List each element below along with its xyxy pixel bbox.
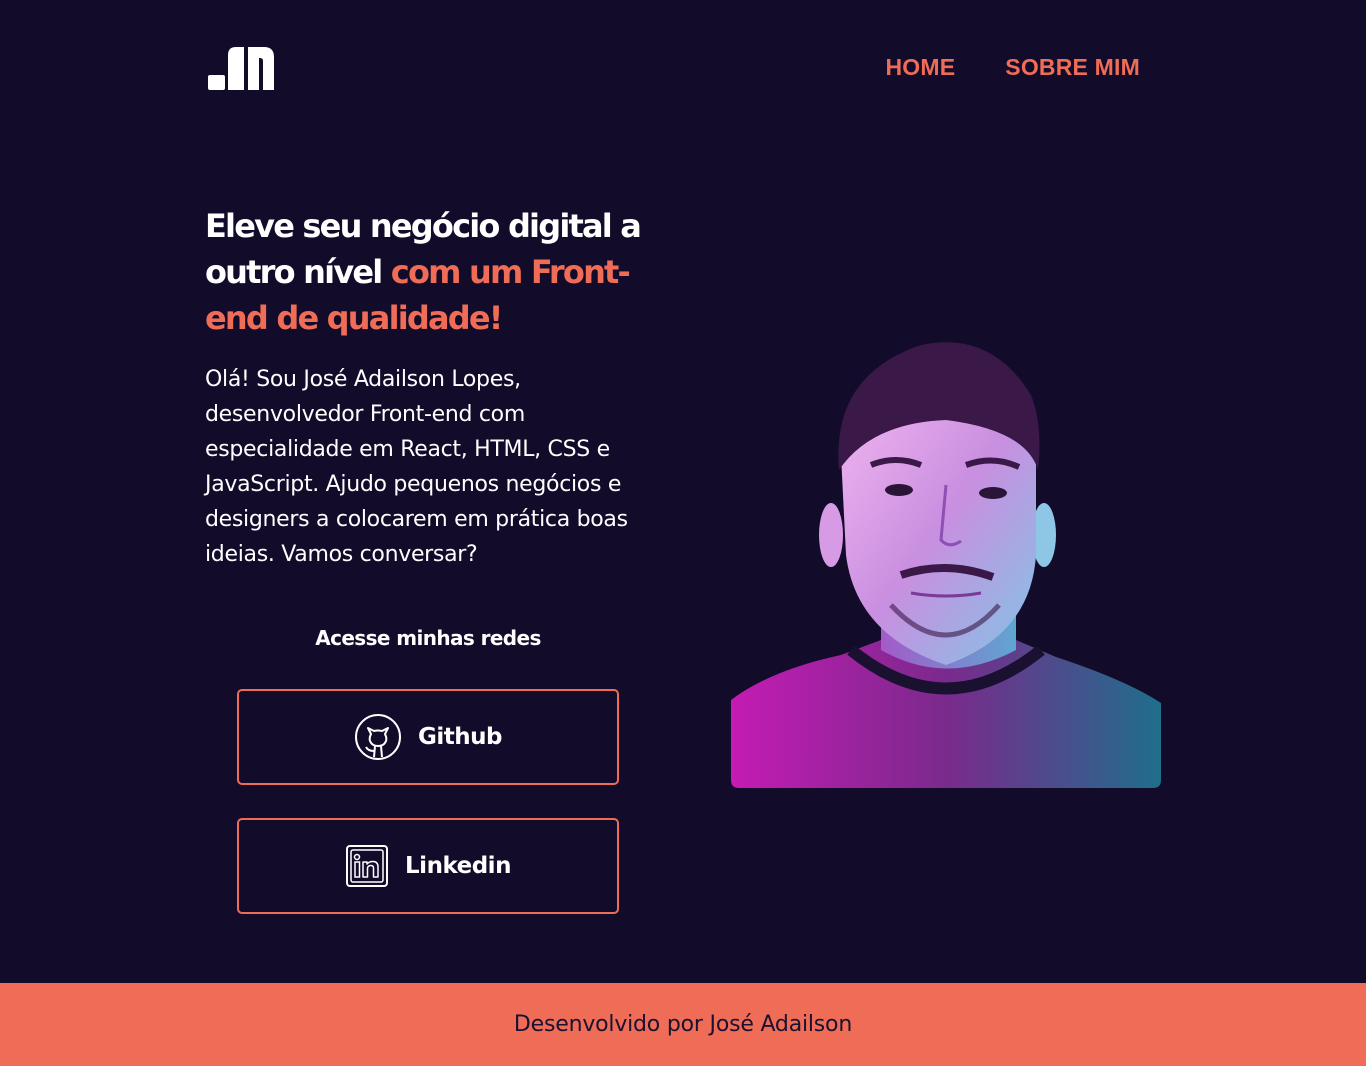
profile-photo bbox=[731, 342, 1161, 788]
page: HOME SOBRE MIM Eleve seu negócio digital… bbox=[0, 0, 1366, 1066]
nav-about-link[interactable]: SOBRE MIM bbox=[1005, 54, 1140, 81]
hero-headline: Eleve seu negócio digital a outro nível … bbox=[205, 203, 665, 341]
page-footer: Desenvolvido por José Adailson bbox=[0, 983, 1366, 1066]
footer-text: Desenvolvido por José Adailson bbox=[513, 1012, 853, 1037]
social-title: Acesse minhas redes bbox=[315, 626, 541, 650]
linkedin-label: Linkedin bbox=[405, 853, 511, 879]
github-button[interactable]: Github bbox=[237, 689, 619, 785]
nav-home-link[interactable]: HOME bbox=[885, 54, 955, 81]
linkedin-icon bbox=[346, 845, 389, 887]
github-icon bbox=[355, 714, 402, 760]
hero-intro: Olá! Sou José Adailson Lopes, desenvolve… bbox=[205, 367, 628, 567]
github-label: Github bbox=[418, 724, 502, 750]
main-nav: HOME SOBRE MIM bbox=[885, 54, 1140, 81]
brand-logo-icon[interactable] bbox=[208, 47, 274, 90]
linkedin-button[interactable]: Linkedin bbox=[237, 818, 619, 914]
